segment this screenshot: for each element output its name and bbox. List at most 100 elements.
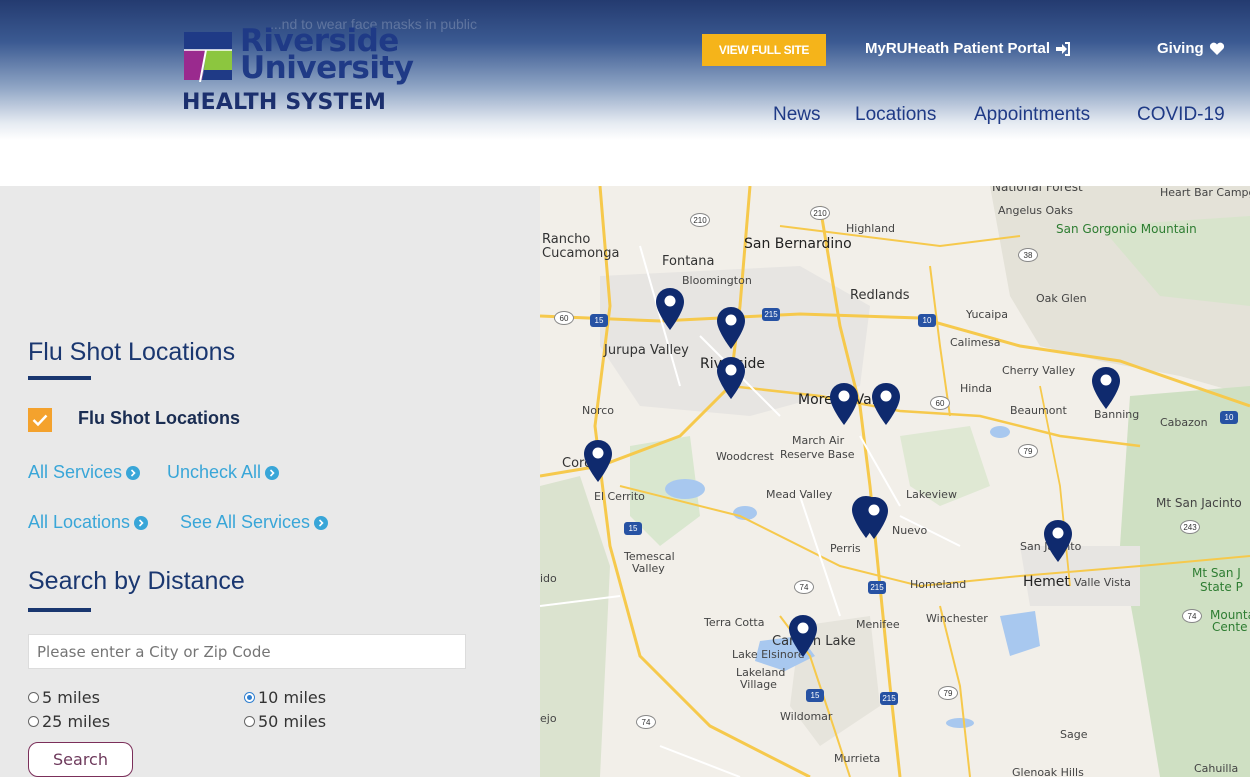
view-full-site-button[interactable]: VIEW FULL SITE [702,34,826,66]
highway-shield: 10 [1220,411,1238,424]
chevron-right-icon [134,515,149,530]
map-label: Valle Vista [1074,576,1131,589]
map-label: Fontana [662,254,715,269]
map-label: Highland [846,222,896,235]
map-base [540,186,1250,777]
heart-icon [1209,42,1224,55]
radio-label: 5 miles [42,688,100,707]
radio-25-miles[interactable]: 25 miles [28,712,110,731]
location-pin-icon[interactable] [655,287,685,331]
radio-5-miles[interactable]: 5 miles [28,688,100,707]
location-pin-icon[interactable] [859,496,889,540]
search-button[interactable]: Search [28,742,133,777]
map-label: Cente [1212,620,1248,634]
see-all-services-label: See All Services [180,512,311,532]
radio-50-miles[interactable]: 50 miles [244,712,326,731]
map-label: El Cerrito [594,490,645,503]
nav-appointments[interactable]: Appointments [974,104,1090,126]
map-label: Woodcrest [716,450,774,463]
map-label: ido [540,572,557,585]
highway-shield: 210 [810,206,830,220]
sign-in-icon [1056,41,1071,56]
map-label: Winchester [926,612,988,625]
filter-panel: Flu Shot Locations Flu Shot Locations Al… [0,186,540,777]
map-label: San Bernardino [744,236,852,252]
title-underline [28,376,91,380]
chevron-right-icon [126,465,141,480]
nav-news[interactable]: News [773,104,821,126]
map-label: Jurupa Valley [604,343,689,358]
map-label: Beaumont [1010,404,1067,417]
highway-shield: 15 [590,314,608,327]
patient-portal-link[interactable]: MyRUHeath Patient Portal [865,40,1071,57]
location-pin-icon[interactable] [1091,366,1121,410]
map-label: Village [740,678,777,691]
map-label: Cabazon [1160,416,1208,429]
map-label: Oak Glen [1036,292,1087,305]
map-label: San Gorgonio Mountain [1056,222,1197,236]
location-pin-icon[interactable] [788,614,818,658]
radio-button[interactable] [244,716,255,727]
highway-shield: 215 [868,581,886,594]
radio-button-selected[interactable] [244,692,255,703]
location-pin-icon[interactable] [1043,519,1073,563]
map-label: National Forest [992,186,1083,194]
map-label: Hinda [960,382,993,395]
map-label: Nuevo [892,524,928,537]
chevron-right-icon [314,515,329,530]
radio-label: 50 miles [258,712,327,731]
flu-shot-section-title: Flu Shot Locations [28,338,236,366]
logo-text-health-system: HEALTH SYSTEM [182,90,387,115]
highway-shield: 74 [1182,609,1202,623]
city-zip-input[interactable] [28,634,466,669]
map-label: Glenoak Hills [1012,766,1084,777]
map-label: Cucamonga [542,246,620,261]
site-header: ...nd to wear face masks in public River… [0,0,1250,140]
map-label: Mt San Jacinto [1156,496,1242,510]
radio-label: 25 miles [42,712,111,731]
map-label: State P [1200,580,1243,594]
giving-label: Giving [1157,40,1204,57]
giving-link[interactable]: Giving [1157,40,1225,57]
map-label: Norco [582,404,615,417]
uncheck-all-link[interactable]: Uncheck All [167,462,280,483]
all-services-label: All Services [28,462,123,482]
map-label: Cherry Valley [1002,364,1076,377]
highway-shield: 74 [636,715,656,729]
uncheck-all-label: Uncheck All [167,462,262,482]
all-locations-label: All Locations [28,512,131,532]
map-label: Menifee [856,618,900,631]
all-services-link[interactable]: All Services [28,462,141,483]
highway-shield: 215 [762,308,780,321]
highway-shield: 60 [930,396,950,410]
site-logo[interactable]: Riverside University HEALTH SYSTEM [180,26,420,122]
map-label: Redlands [850,288,910,303]
map-label: Wildomar [780,710,833,723]
flu-shot-checkbox-label: Flu Shot Locations [78,408,240,428]
map-label: Bloomington [682,274,752,287]
radio-button[interactable] [28,716,39,727]
radio-button[interactable] [28,692,39,703]
highway-shield: 15 [806,689,824,702]
radio-10-miles[interactable]: 10 miles [244,688,326,707]
location-pin-icon[interactable] [871,382,901,426]
see-all-services-link[interactable]: See All Services [180,512,329,533]
highway-shield: 38 [1018,248,1038,262]
title-underline [28,608,91,612]
map-label: Angelus Oaks [998,204,1074,217]
nav-locations[interactable]: Locations [855,104,936,126]
location-pin-icon[interactable] [716,356,746,400]
locations-map[interactable]: National Forest Heart Bar Campground Ang… [540,186,1250,777]
highway-shield: 210 [690,213,710,227]
map-label: Valley [632,562,665,575]
all-locations-link[interactable]: All Locations [28,512,149,533]
map-label: Reserve Base [780,448,855,461]
location-pin-icon[interactable] [716,306,746,350]
flu-shot-checkbox[interactable] [28,408,52,432]
map-label: Hemet [1023,574,1070,590]
map-label: Yucaipa [966,308,1008,321]
location-pin-icon[interactable] [583,439,613,483]
highway-shield: 79 [938,686,958,700]
nav-covid-19[interactable]: COVID-19 [1137,104,1225,126]
location-pin-icon[interactable] [829,382,859,426]
